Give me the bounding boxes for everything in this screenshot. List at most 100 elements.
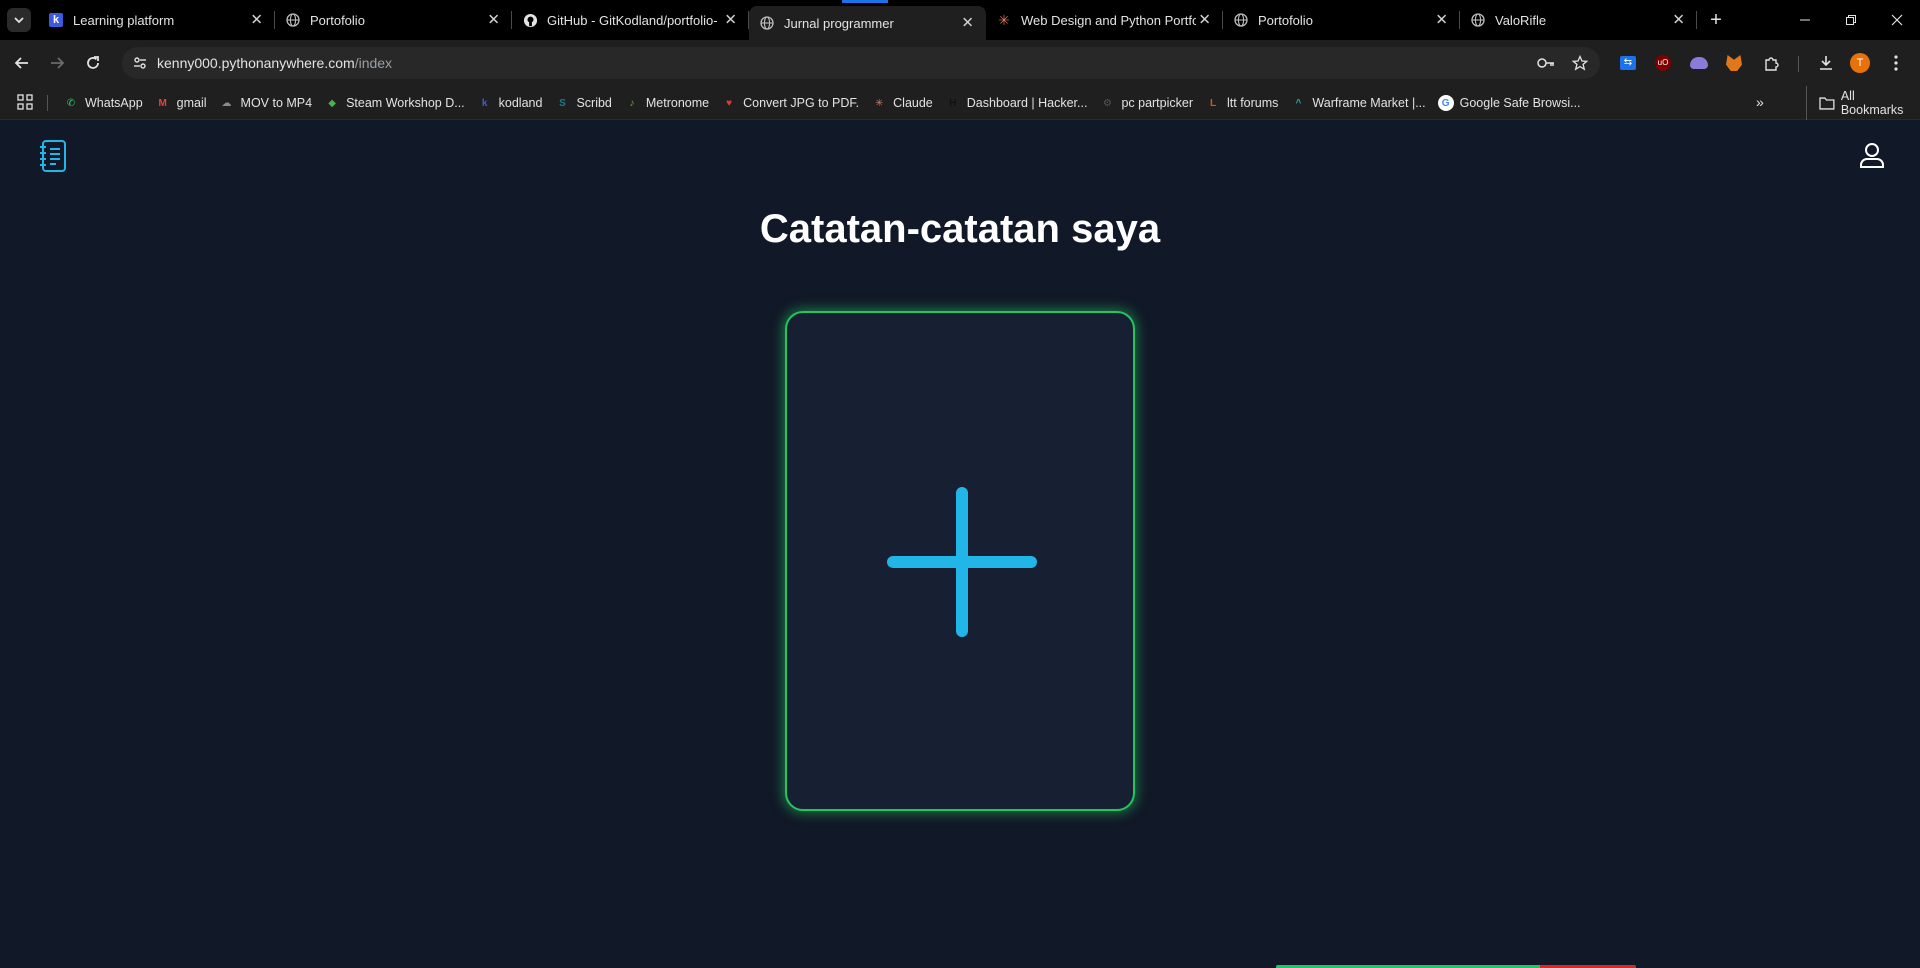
bookmark-item[interactable]: ^ Warframe Market |... [1284,90,1431,116]
bookmark-item[interactable]: ♥ Convert JPG to PDF. [715,90,865,116]
downloads-icon[interactable] [1816,53,1836,73]
address-bar[interactable]: kenny000.pythonanywhere.com/index [122,47,1600,79]
tab-3[interactable]: Jurnal programmer ✕ [749,6,986,40]
apps-grid-icon[interactable] [17,94,33,110]
more-bookmarks-chevron-icon[interactable]: » [1756,94,1764,110]
bookmark-label: MOV to MP4 [240,96,313,110]
forward-button[interactable] [44,50,70,76]
bookmark-item[interactable]: Lltt forums [1199,90,1284,116]
bookmark-star-icon[interactable] [1570,53,1590,73]
site-info-icon[interactable] [130,53,150,73]
bookmark-favicon-icon: G [1437,95,1454,111]
reload-icon [87,56,99,69]
tab-close-icon[interactable]: ✕ [724,13,737,28]
extension-ghost-icon[interactable] [1689,53,1709,73]
github-icon [522,12,538,28]
tab-close-icon[interactable]: ✕ [1672,13,1685,28]
bookmark-favicon-icon: M [158,97,167,109]
bookmark-favicon-icon: S [559,97,566,109]
tab-1[interactable]: Portofolio ✕ [275,0,512,40]
tab-close-icon[interactable]: ✕ [1435,13,1448,28]
tab-close-icon[interactable]: ✕ [250,13,263,28]
tab-strip: k Learning platform ✕ Portofolio ✕ GitHub - G… [0,0,1920,40]
user-profile-icon[interactable] [1858,141,1886,169]
tab-0[interactable]: k Learning platform ✕ [38,0,275,40]
tab-title: GitHub - GitKodland/portfolio- [547,12,718,28]
profile-avatar[interactable]: T [1850,53,1870,73]
tab-title: Jurnal programmer [784,15,894,31]
bookmark-item[interactable]: ⚙ pc partpicker [1093,90,1199,116]
arrow-right-icon [51,57,65,69]
tab-2[interactable]: GitHub - GitKodland/portfolio- ✕ [512,0,749,40]
bookmark-favicon-icon: ☁ [221,97,232,109]
tab-list: k Learning platform ✕ Portofolio ✕ GitHub - G… [38,0,1697,40]
bookmark-label: gmail [176,96,207,110]
globe-icon [759,15,775,31]
tab-close-icon[interactable]: ✕ [1198,13,1211,28]
bookmark-favicon-icon: L [1209,97,1217,109]
bookmark-label: Convert JPG to PDF. [743,96,860,110]
extension-translate-icon[interactable]: ⇆ [1618,53,1638,73]
bookmark-item[interactable]: Mgmail [149,90,213,116]
minimize-icon [1800,19,1810,21]
bookmark-favicon-icon: ◆ [328,97,336,109]
all-bookmarks-button[interactable]: All Bookmarks [1806,86,1920,120]
tab-close-icon[interactable]: ✕ [961,16,974,31]
url-host: kenny000.pythonanywhere.com [157,55,355,71]
tab-title: ValoRifle [1495,12,1547,28]
tab-5[interactable]: Portofolio ✕ [1223,0,1460,40]
bookmarks-bar: ✆ WhatsApp Mgmail ☁ MOV to MP4 ◆ Steam Worksho… [0,86,1920,120]
bookmark-item[interactable]: ◆ Steam Workshop D... [318,90,471,116]
bookmark-item[interactable]: S Scribd [548,90,617,116]
bookmark-item[interactable]: k kodland [471,90,549,116]
key-icon[interactable] [1536,53,1556,73]
chevron-down-icon [14,17,24,24]
new-tab-button[interactable]: + [1704,8,1728,32]
bookmark-favicon-icon: ♥ [726,97,733,109]
bookmark-item[interactable]: ✳ Claude [865,90,939,116]
bookmark-favicon-icon: ^ [1295,97,1302,109]
extensions-puzzle-icon[interactable] [1762,53,1782,73]
bookmark-label: Warframe Market |... [1312,96,1426,110]
bookmark-label: Claude [893,96,933,110]
extension-metamask-icon[interactable] [1724,53,1744,73]
add-note-card[interactable] [785,311,1135,811]
bookmark-label: kodland [498,96,543,110]
tab-close-icon[interactable]: ✕ [487,13,500,28]
plus-icon-horizontal [887,556,1037,568]
close-window-button[interactable] [1874,0,1920,40]
bookmark-item[interactable]: ♪ Metronome [618,90,715,116]
tab-search-button[interactable] [7,8,31,32]
bookmark-favicon-icon: H [949,97,957,109]
tab-6[interactable]: ValoRifle ✕ [1460,0,1697,40]
bookmark-favicon-icon: ✆ [66,97,76,109]
bookmark-label: Steam Workshop D... [346,96,465,110]
tab-title: Portofolio [310,12,365,28]
folder-icon [1819,97,1835,110]
tab-title: Web Design and Python Portfol [1021,12,1196,28]
reload-button[interactable] [80,50,106,76]
globe-icon [1233,12,1249,28]
bookmark-favicon-icon: ✳ [874,97,884,109]
bookmark-label: WhatsApp [85,96,143,110]
menu-kebab-icon[interactable] [1886,53,1906,73]
bookmark-item[interactable]: H Dashboard | Hacker... [939,90,1094,116]
bookmark-label: ltt forums [1227,96,1279,110]
bookmark-label: Dashboard | Hacker... [966,96,1088,110]
back-button[interactable] [9,50,35,76]
all-bookmarks-label: All Bookmarks [1840,89,1904,117]
url-path: /index [354,55,393,71]
bookmark-item[interactable]: G Google Safe Browsi... [1432,90,1587,116]
bookmark-favicon-icon: k [481,97,488,109]
minimize-button[interactable] [1782,0,1828,40]
restore-button[interactable] [1828,0,1874,40]
toolbar-divider [1798,56,1799,72]
claude-icon: ✳ [998,11,1010,28]
notebook-logo-icon[interactable] [38,139,68,173]
tab-4[interactable]: ✳ Web Design and Python Portfol ✕ [986,0,1223,40]
bookmark-item[interactable]: ✆ WhatsApp [57,90,149,116]
bookmark-label: Google Safe Browsi... [1459,96,1581,110]
bookmark-item[interactable]: ☁ MOV to MP4 [213,90,319,116]
extension-ublock-icon[interactable]: uO [1653,53,1673,73]
page-title: Catatan-catatan saya [759,207,1161,251]
